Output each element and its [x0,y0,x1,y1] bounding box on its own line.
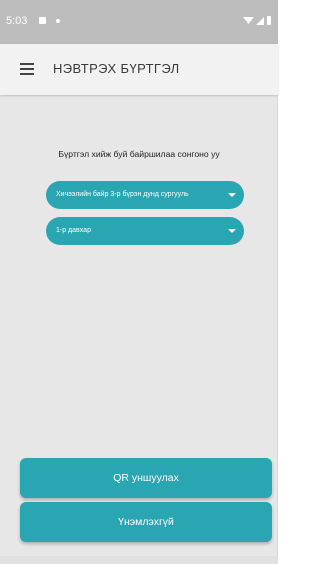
battery-icon [267,16,271,25]
signal-icon [256,17,264,25]
wifi-icon [243,17,254,24]
dot-icon [56,19,60,23]
status-icons [243,16,271,25]
status-bar: 5:03 [0,0,278,44]
notification-icon [39,17,46,24]
hamburger-menu-icon[interactable] [20,61,38,77]
app-bar: НЭВТРЭХ БҮРТГЭЛ [0,44,278,95]
scan-qr-button[interactable]: QR уншуулах [20,458,272,498]
status-time: 5:03 [6,15,28,27]
floor-select-value: 1-р давхар [56,227,91,234]
phone-screen: 5:03 НЭВТРЭХ БҮРТГЭЛ Бүртгэл хийж буй ба… [0,0,278,564]
floor-select[interactable]: 1-р давхар [46,217,244,245]
location-select-value: Хичээлийн байр 3-р бүрэн дунд сургууль [56,191,189,198]
dropdown-arrow-icon [228,229,236,233]
dropdown-arrow-icon [228,193,236,197]
no-id-card-button[interactable]: Үнэмлэхгүй [20,502,272,542]
page-title: НЭВТРЭХ БҮРТГЭЛ [53,61,180,76]
location-prompt: Бүртгэл хийж буй байршилаа сонгоно уу [58,149,220,159]
location-select[interactable]: Хичээлийн байр 3-р бүрэн дунд сургууль [46,181,244,209]
bottom-edge [0,556,278,564]
